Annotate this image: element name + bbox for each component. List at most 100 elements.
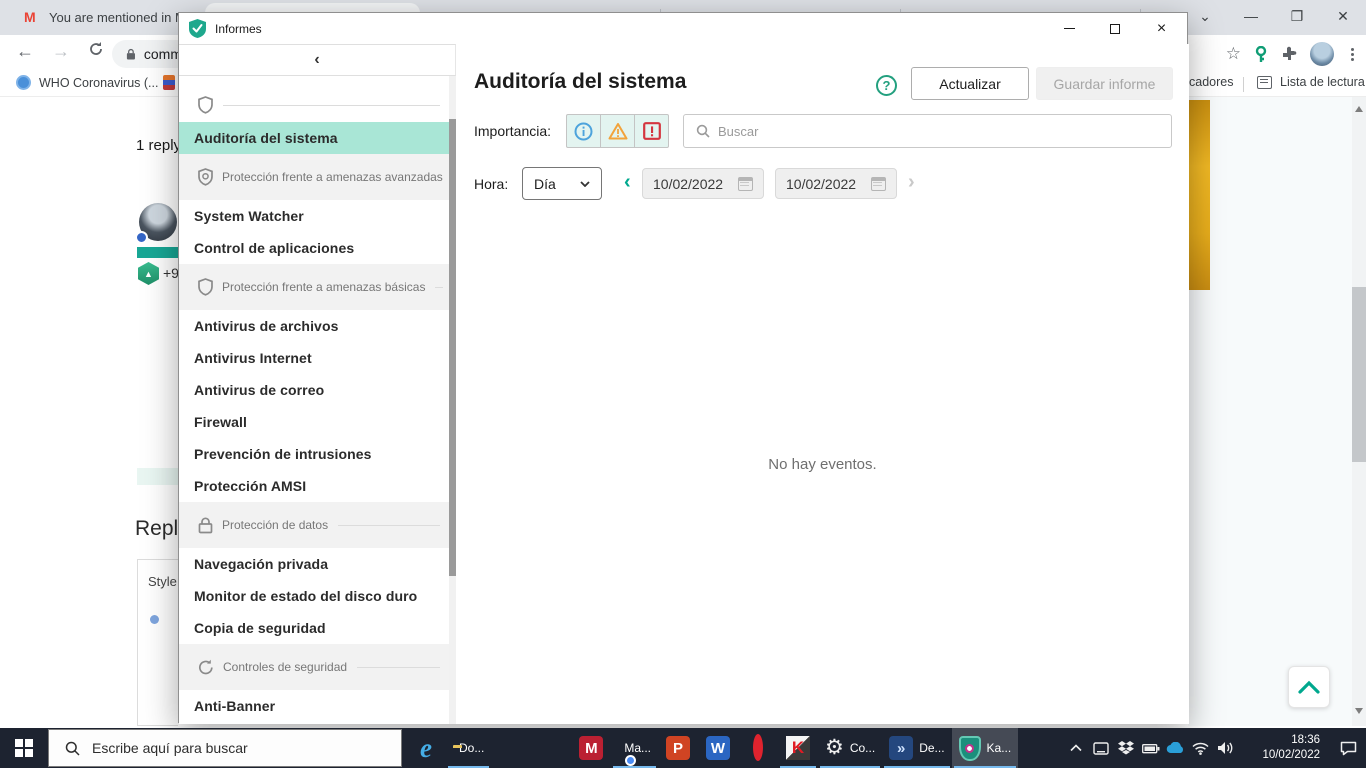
taskbar-clock[interactable]: 18:36 10/02/2022 <box>1246 733 1320 763</box>
webpage-left-region: 1 reply ▲ +9 Repl Style <box>0 97 182 726</box>
taskbar-app-label: De... <box>919 741 945 755</box>
search-icon <box>65 741 80 756</box>
back-icon[interactable]: ← <box>16 41 34 62</box>
sidebar-item[interactable]: Monitor de estado del disco duro <box>179 580 456 612</box>
forward-icon[interactable]: → <box>52 41 70 62</box>
save-report-button[interactable]: Guardar informe <box>1036 67 1173 100</box>
taskbar-app-edge[interactable] <box>491 728 531 768</box>
action-center-button[interactable] <box>1330 741 1366 756</box>
taskbar-app-kaspersky-kav[interactable]: K <box>778 728 818 768</box>
scroll-to-top-button[interactable] <box>1288 666 1330 708</box>
karma-count: +9 <box>163 265 179 281</box>
minimize-button[interactable] <box>1047 13 1092 44</box>
page-scrollbar[interactable] <box>1352 97 1366 726</box>
filter-critical-button[interactable] <box>635 115 668 147</box>
next-period-button[interactable]: › <box>908 171 915 194</box>
section-divider <box>223 104 440 106</box>
sidebar-item[interactable]: Antivirus Internet <box>179 342 456 374</box>
period-value: Día <box>534 175 556 192</box>
refresh-button[interactable]: Actualizar <box>911 67 1029 100</box>
calendar-icon <box>738 176 753 191</box>
password-key-icon[interactable] <box>1254 45 1268 63</box>
time-label: Hora: <box>474 176 509 192</box>
maximize-button[interactable] <box>1092 13 1137 44</box>
kaspersky-reports-window: Informes × ‹ Auditoría del sistema Protec… <box>178 12 1189 724</box>
section-divider <box>338 524 440 526</box>
profile-avatar[interactable] <box>1310 42 1334 66</box>
address-bar[interactable]: comm <box>112 40 182 68</box>
bookmark-item[interactable] <box>163 75 175 90</box>
taskbar-app-chrome[interactable]: Ma... <box>611 728 658 768</box>
reply-count: 1 reply <box>136 137 182 154</box>
browser-restore-button[interactable]: ❐ <box>1274 8 1320 25</box>
bookmark-star-icon[interactable]: ☆ <box>1226 44 1241 64</box>
browser-menu-icon[interactable] <box>1347 47 1358 61</box>
chevron-up-icon <box>1298 680 1320 694</box>
sidebar-item[interactable]: Protección AMSI <box>179 470 456 502</box>
reading-list-button[interactable]: Lista de lectura <box>1257 75 1365 89</box>
sidebar-item[interactable]: Firewall <box>179 406 456 438</box>
date-from-field[interactable]: 10/02/2022 <box>642 168 764 199</box>
sidebar-item[interactable]: Auditoría del sistema <box>179 122 456 154</box>
importance-filter-group <box>566 114 669 148</box>
scrollbar-up-icon[interactable] <box>1355 106 1363 112</box>
tray-chevron-up-icon[interactable] <box>1063 744 1088 752</box>
taskbar-app-word[interactable]: W <box>698 728 738 768</box>
date-to-field[interactable]: 10/02/2022 <box>775 168 897 199</box>
address-text: comm <box>143 46 182 62</box>
browser-tab-gmail[interactable]: M You are mentioned in Ma <box>10 0 193 35</box>
sidebar-item[interactable]: Anti-Banner <box>179 690 456 722</box>
browser-close-button[interactable]: ✕ <box>1320 8 1366 25</box>
sidebar-collapse-button[interactable]: ‹ <box>179 44 456 76</box>
mendeley-icon: M <box>579 736 604 760</box>
prev-period-button[interactable]: ‹ <box>624 171 631 194</box>
taskbar-app-internet-explorer[interactable]: e <box>406 728 446 768</box>
sidebar-item[interactable]: Antivirus de archivos <box>179 310 456 342</box>
help-button[interactable]: ? <box>876 75 897 96</box>
taskbar-app-kaspersky-app[interactable]: Ka... <box>951 728 1019 768</box>
taskbar-app-opera[interactable] <box>738 728 778 768</box>
window-titlebar[interactable]: Informes × <box>179 13 1187 44</box>
taskbar-app-visual-studio[interactable]: » De... <box>882 728 951 768</box>
filter-info-button[interactable] <box>567 115 601 147</box>
taskbar-search-input[interactable]: Escribe aquí para buscar <box>48 729 402 767</box>
extensions-puzzle-icon[interactable] <box>1281 46 1297 62</box>
onedrive-icon[interactable] <box>1163 742 1188 754</box>
taskbar-app-file-explorer[interactable]: Do... <box>446 728 491 768</box>
taskbar-app-firefox[interactable] <box>531 728 571 768</box>
taskbar-app-label: Ka... <box>986 741 1012 755</box>
sidebar-item[interactable]: System Watcher <box>179 200 456 232</box>
taskbar-app-mendeley[interactable]: M <box>571 728 611 768</box>
sidebar-item[interactable]: Antivirus de correo <box>179 374 456 406</box>
sidebar-scrollbar-thumb[interactable] <box>449 119 456 576</box>
sidebar-item[interactable]: Control de aplicaciones <box>179 232 456 264</box>
section-label: Protección frente a amenazas básicas <box>222 280 426 294</box>
browser-minimize-button[interactable]: — <box>1228 8 1274 24</box>
tab-search-chevron-icon[interactable]: ⌄ <box>1182 8 1228 25</box>
other-bookmarks-partial[interactable]: cadores <box>1189 75 1233 89</box>
close-button[interactable]: × <box>1139 13 1184 44</box>
search-input[interactable]: Buscar <box>683 114 1172 148</box>
volume-icon[interactable] <box>1213 741 1238 755</box>
sidebar-item[interactable]: Navegación privada <box>179 548 456 580</box>
taskbar-app-settings[interactable]: ⚙ Co... <box>818 728 882 768</box>
sidebar-item[interactable]: Copia de seguridad <box>179 612 456 644</box>
dropbox-icon[interactable] <box>1113 741 1138 755</box>
empty-events-message: No hay eventos. <box>768 456 877 473</box>
bookmark-who[interactable]: WHO Coronavirus (... <box>16 75 158 90</box>
reload-icon[interactable] <box>88 41 104 62</box>
scrollbar-thumb[interactable] <box>1352 287 1366 462</box>
start-button[interactable] <box>0 728 48 768</box>
period-dropdown[interactable]: Día <box>522 167 602 200</box>
reply-editor-box[interactable]: Style <box>137 559 178 726</box>
taskbar-app-powerpoint[interactable]: P <box>658 728 698 768</box>
scrollbar-down-icon[interactable] <box>1355 708 1363 714</box>
tablet-mode-icon[interactable] <box>1088 741 1113 755</box>
sidebar-scrollbar[interactable] <box>449 76 456 724</box>
kaspersky-logo-icon <box>189 19 206 38</box>
filter-warning-button[interactable] <box>601 115 635 147</box>
battery-icon[interactable] <box>1138 743 1163 754</box>
shield-badge-icon <box>198 168 213 186</box>
wifi-icon[interactable] <box>1188 742 1213 755</box>
sidebar-item[interactable]: Prevención de intrusiones <box>179 438 456 470</box>
